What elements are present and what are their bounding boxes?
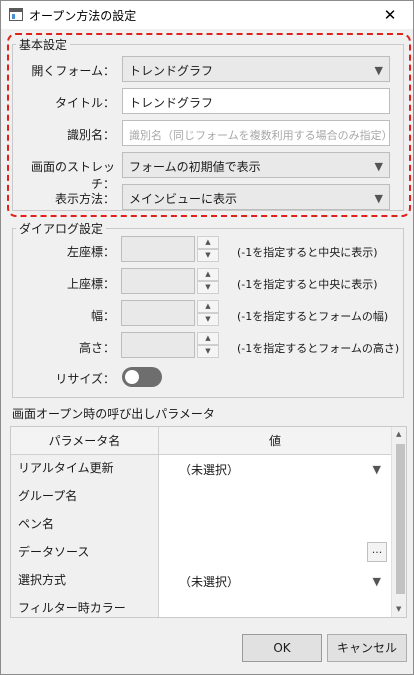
param-name: 選択方式 [11, 567, 159, 595]
spin-up-icon[interactable]: ▲ [197, 268, 219, 281]
param-value-field[interactable] [159, 483, 391, 511]
spin-down-icon[interactable]: ▼ [197, 281, 219, 294]
param-name: データソース [11, 539, 159, 567]
height-label: 高さ： [78, 341, 115, 355]
param-value-field[interactable]: ... [159, 539, 391, 567]
ok-button[interactable]: OK [242, 634, 322, 662]
cancel-button[interactable]: キャンセル [327, 634, 407, 662]
param-value-dropdown[interactable]: （未選択） ▼ [159, 567, 391, 595]
spin-down-icon[interactable]: ▼ [197, 249, 219, 262]
left-coord-input[interactable] [121, 236, 195, 262]
param-name: グループ名 [11, 483, 159, 511]
window-app-icon [9, 8, 23, 21]
params-grid: パラメータ名 値 リアルタイム更新 （未選択） ▼ グループ名 ペン名 データソ… [10, 426, 407, 618]
param-value-field[interactable] [159, 511, 391, 539]
height-note: (-1を指定するとフォームの高さ) [237, 342, 400, 355]
table-row[interactable]: フィルター時カラー [11, 595, 391, 617]
spin-up-icon[interactable]: ▲ [197, 300, 219, 313]
top-coord-input[interactable] [121, 268, 195, 294]
param-name: リアルタイム更新 [11, 455, 159, 483]
highlight-annotation [7, 33, 411, 217]
spin-down-icon[interactable]: ▼ [197, 313, 219, 326]
resize-toggle[interactable] [122, 367, 162, 387]
param-name: ペン名 [11, 511, 159, 539]
top-coord-spinner[interactable]: ▲ ▼ [197, 268, 219, 294]
top-coord-note: (-1を指定すると中央に表示) [237, 278, 378, 291]
col-header-value: 値 [268, 434, 281, 448]
width-label: 幅： [90, 309, 115, 323]
params-grid-header: パラメータ名 値 [11, 427, 391, 455]
spin-down-icon[interactable]: ▼ [197, 345, 219, 358]
width-input[interactable] [121, 300, 195, 326]
param-name: フィルター時カラー [11, 595, 159, 617]
param-value: （未選択） [179, 463, 240, 477]
toggle-knob [125, 370, 139, 384]
left-coord-note: (-1を指定すると中央に表示) [237, 246, 378, 259]
params-scrollbar[interactable]: ▲ ▼ [391, 427, 406, 617]
scroll-down-icon[interactable]: ▼ [396, 605, 401, 613]
table-row[interactable]: グループ名 [11, 483, 391, 511]
table-row[interactable]: リアルタイム更新 （未選択） ▼ [11, 455, 391, 483]
close-icon[interactable]: ✕ [375, 3, 405, 27]
width-spinner[interactable]: ▲ ▼ [197, 300, 219, 326]
resize-label: リサイズ： [55, 372, 115, 386]
param-value-dropdown[interactable]: （未選択） ▼ [159, 455, 391, 483]
top-coord-label: 上座標： [66, 277, 115, 291]
table-row[interactable]: ペン名 [11, 511, 391, 539]
height-spinner[interactable]: ▲ ▼ [197, 332, 219, 358]
scroll-up-icon[interactable]: ▲ [396, 430, 401, 438]
window-title: オープン方法の設定 [29, 9, 137, 23]
table-row[interactable]: データソース ... [11, 539, 391, 567]
chevron-down-icon: ▼ [372, 575, 381, 588]
title-bar: オープン方法の設定 ✕ [1, 1, 413, 29]
left-coord-label: 左座標： [66, 245, 115, 259]
spin-up-icon[interactable]: ▲ [197, 236, 219, 249]
height-input[interactable] [121, 332, 195, 358]
width-note: (-1を指定するとフォームの幅) [237, 310, 389, 323]
browse-button[interactable]: ... [367, 542, 387, 562]
dialog-settings-label: ダイアログ設定 [16, 220, 107, 237]
col-header-name: パラメータ名 [11, 427, 159, 455]
left-coord-spinner[interactable]: ▲ ▼ [197, 236, 219, 262]
param-value-field[interactable] [159, 595, 391, 617]
param-value: （未選択） [179, 575, 240, 589]
spin-up-icon[interactable]: ▲ [197, 332, 219, 345]
dialog-window: オープン方法の設定 ✕ 基本設定 開くフォーム： トレンドグラフ ▼ タイトル：… [0, 0, 414, 675]
table-row[interactable]: 選択方式 （未選択） ▼ [11, 567, 391, 595]
chevron-down-icon: ▼ [372, 463, 381, 476]
params-section-title: 画面オープン時の呼び出しパラメータ [12, 407, 215, 421]
scrollbar-thumb[interactable] [396, 444, 405, 594]
